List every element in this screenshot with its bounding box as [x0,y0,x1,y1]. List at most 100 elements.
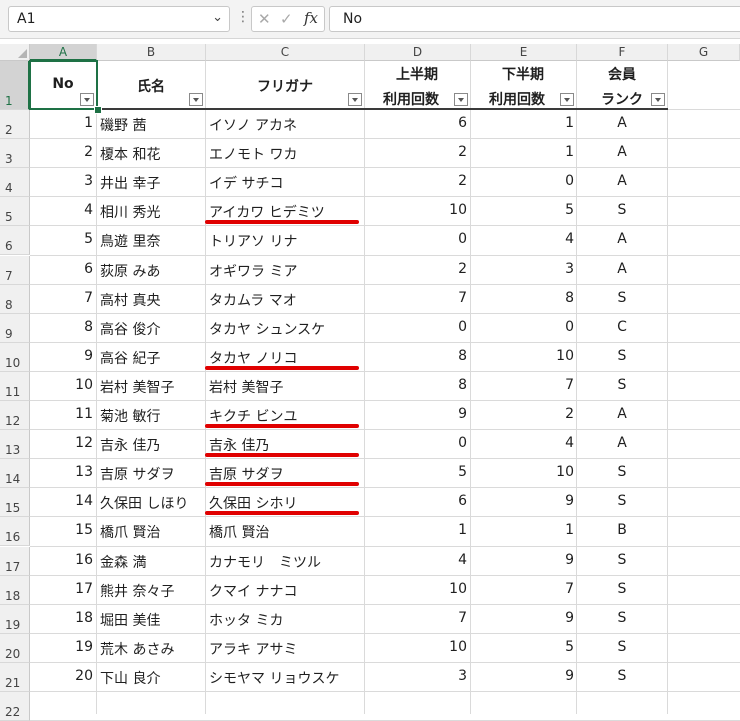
cell-name[interactable]: 井出 幸子 [100,173,204,193]
cell-kana[interactable]: 久保田 シホリ [209,493,363,513]
cell-name[interactable]: 荒木 あさみ [100,639,204,659]
column-header-d[interactable]: D [365,44,471,61]
cell-member-rank[interactable]: S [577,290,667,306]
cell-second-half-count[interactable]: 5 [471,202,574,218]
cell-second-half-count[interactable]: 8 [471,290,574,306]
name-box[interactable]: A1 ⌄ [8,6,230,32]
filter-dropdown-icon[interactable] [189,93,203,106]
cell-no[interactable]: 12 [30,435,93,451]
row-header-14[interactable]: 14 [0,459,30,489]
cell-name[interactable]: 岩村 美智子 [100,377,204,397]
cell-member-rank[interactable]: S [577,493,667,509]
row-header-9[interactable]: 9 [0,313,30,343]
cell-second-half-count[interactable]: 7 [471,581,574,597]
cell-second-half-count[interactable]: 9 [471,668,574,684]
cell-no[interactable]: 7 [30,290,93,306]
formula-input[interactable]: No [329,6,740,32]
cell-second-half-count[interactable]: 9 [471,552,574,568]
cell-kana[interactable]: 橋爪 賢治 [209,522,363,542]
cell-no[interactable]: 11 [30,406,93,422]
cell-first-half-count[interactable]: 0 [365,435,467,451]
cell-name[interactable]: 金森 満 [100,552,204,572]
cell-name[interactable]: 高谷 俊介 [100,319,204,339]
cell-name[interactable]: 相川 秀光 [100,202,204,222]
cell-second-half-count[interactable]: 7 [471,377,574,393]
row-header-15[interactable]: 15 [0,488,30,518]
cell-no[interactable]: 17 [30,581,93,597]
cell-kana[interactable]: タカムラ マオ [209,290,363,310]
cell-first-half-count[interactable]: 6 [365,493,467,509]
cell-member-rank[interactable]: S [577,639,667,655]
row-header-8[interactable]: 8 [0,284,30,314]
cell-name[interactable]: 橋爪 賢治 [100,522,204,542]
cell-name[interactable]: 堀田 美佳 [100,610,204,630]
fill-handle[interactable] [94,106,102,114]
cell-no[interactable]: 14 [30,493,93,509]
cell-member-rank[interactable]: S [577,552,667,568]
row-header-20[interactable]: 20 [0,633,30,663]
column-header-a[interactable]: A [30,44,97,61]
insert-function-icon[interactable]: fx [304,9,318,27]
cell-kana[interactable]: クマイ ナナコ [209,581,363,601]
cell-kana[interactable]: 岩村 美智子 [209,377,363,397]
cell-member-rank[interactable]: C [577,319,667,335]
cell-second-half-count[interactable]: 4 [471,435,574,451]
cell-member-rank[interactable]: B [577,522,667,538]
row-header-19[interactable]: 19 [0,604,30,634]
row-header-22[interactable]: 22 [0,692,30,721]
cell-first-half-count[interactable]: 10 [365,202,467,218]
row-header-11[interactable]: 11 [0,371,30,401]
cell-member-rank[interactable]: S [577,668,667,684]
filter-dropdown-icon[interactable] [348,93,362,106]
cell-kana[interactable]: アイカワ ヒデミツ [209,202,363,222]
cell-name[interactable]: 荻原 みあ [100,261,204,281]
cell-first-half-count[interactable]: 5 [365,464,467,480]
cell-name[interactable]: 久保田 しほり [100,493,204,513]
cell-no[interactable]: 9 [30,348,93,364]
cell-kana[interactable]: カナモリ ミツル [209,552,363,572]
cell-second-half-count[interactable]: 9 [471,610,574,626]
cell-first-half-count[interactable]: 9 [365,406,467,422]
cell-first-half-count[interactable]: 2 [365,173,467,189]
cancel-icon[interactable]: ✕ [258,10,271,28]
row-header-13[interactable]: 13 [0,430,30,460]
cell-name[interactable]: 菊池 敏行 [100,406,204,426]
cell-kana[interactable]: アラキ アサミ [209,639,363,659]
cell-first-half-count[interactable]: 2 [365,144,467,160]
row-header-10[interactable]: 10 [0,342,30,372]
cell-first-half-count[interactable]: 1 [365,522,467,538]
cell-second-half-count[interactable]: 1 [471,522,574,538]
filter-dropdown-icon[interactable] [651,93,665,106]
cell-name[interactable]: 榎本 和花 [100,144,204,164]
cell-first-half-count[interactable]: 0 [365,231,467,247]
row-header-3[interactable]: 3 [0,139,30,169]
cell-first-half-count[interactable]: 0 [365,319,467,335]
cell-second-half-count[interactable]: 10 [471,464,574,480]
column-header-b[interactable]: B [97,44,206,61]
cell-first-half-count[interactable]: 6 [365,115,467,131]
cell-kana[interactable]: キクチ ビンユ [209,406,363,426]
cell-name[interactable]: 高村 真央 [100,290,204,310]
cell-no[interactable]: 5 [30,231,93,247]
cell-second-half-count[interactable]: 0 [471,319,574,335]
cell-no[interactable]: 18 [30,610,93,626]
cell-kana[interactable]: イソノ アカネ [209,115,363,135]
cell-kana[interactable]: 吉原 サダヲ [209,464,363,484]
cell-member-rank[interactable]: A [577,144,667,160]
cell-kana[interactable]: トリアソ リナ [209,231,363,251]
cell-member-rank[interactable]: A [577,115,667,131]
cell-name[interactable]: 下山 良介 [100,668,204,688]
cell-kana[interactable]: イデ サチコ [209,173,363,193]
cell-name[interactable]: 吉永 佳乃 [100,435,204,455]
cell-second-half-count[interactable]: 3 [471,261,574,277]
cell-no[interactable]: 6 [30,261,93,277]
cell-name[interactable]: 高谷 紀子 [100,348,204,368]
cell-member-rank[interactable]: S [577,581,667,597]
cell-no[interactable]: 13 [30,464,93,480]
cell-member-rank[interactable]: A [577,173,667,189]
cell-member-rank[interactable]: A [577,261,667,277]
cell-member-rank[interactable]: S [577,464,667,480]
cell-member-rank[interactable]: A [577,406,667,422]
cell-first-half-count[interactable]: 2 [365,261,467,277]
cell-no[interactable]: 19 [30,639,93,655]
